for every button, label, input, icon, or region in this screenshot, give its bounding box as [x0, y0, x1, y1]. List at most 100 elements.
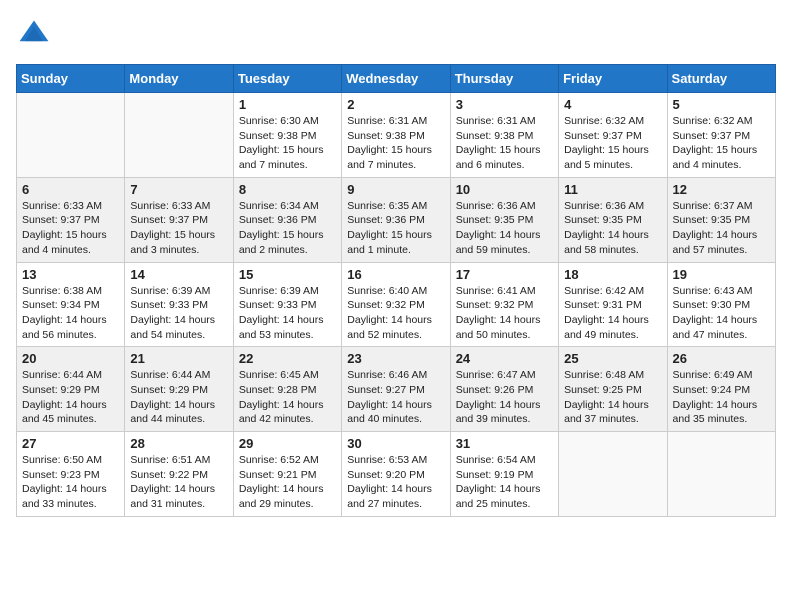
- cell-content: Sunrise: 6:38 AM Sunset: 9:34 PM Dayligh…: [22, 284, 119, 343]
- calendar-body: 1Sunrise: 6:30 AM Sunset: 9:38 PM Daylig…: [17, 93, 776, 517]
- calendar-cell: [125, 93, 233, 178]
- calendar-cell: 10 Sunrise: 6:36 AM Sunset: 9:35 PM Dayli…: [450, 177, 558, 262]
- calendar-cell: [17, 93, 125, 178]
- day-number: 28: [130, 436, 227, 451]
- calendar-day-header: Wednesday: [342, 65, 450, 93]
- cell-content: Sunrise: 6:31 AM Sunset: 9:38 PM Dayligh…: [347, 114, 444, 173]
- day-number: 25: [564, 351, 661, 366]
- cell-content: Sunrise: 6:45 AM Sunset: 9:28 PM Dayligh…: [239, 368, 336, 427]
- calendar-cell: 12 Sunrise: 6:37 AM Sunset: 9:35 PM Dayli…: [667, 177, 775, 262]
- cell-content: Sunrise: 6:43 AM Sunset: 9:30 PM Dayligh…: [673, 284, 770, 343]
- cell-content: Sunrise: 6:54 AM Sunset: 9:19 PM Dayligh…: [456, 453, 553, 512]
- day-number: 13: [22, 267, 119, 282]
- calendar-cell: 30 Sunrise: 6:53 AM Sunset: 9:20 PM Dayli…: [342, 432, 450, 517]
- cell-content: Sunrise: 6:44 AM Sunset: 9:29 PM Dayligh…: [22, 368, 119, 427]
- calendar-cell: 5 Sunrise: 6:32 AM Sunset: 9:37 PM Daylig…: [667, 93, 775, 178]
- cell-content: Sunrise: 6:44 AM Sunset: 9:29 PM Dayligh…: [130, 368, 227, 427]
- cell-content: Sunrise: 6:36 AM Sunset: 9:35 PM Dayligh…: [564, 199, 661, 258]
- day-number: 4: [564, 97, 661, 112]
- calendar-cell: 24Sunrise: 6:47 AM Sunset: 9:26 PM Dayli…: [450, 347, 558, 432]
- day-number: 8: [239, 182, 336, 197]
- day-number: 9: [347, 182, 444, 197]
- day-number: 15: [239, 267, 336, 282]
- calendar-week-row: 1Sunrise: 6:30 AM Sunset: 9:38 PM Daylig…: [17, 93, 776, 178]
- calendar-cell: 26 Sunrise: 6:49 AM Sunset: 9:24 PM Dayli…: [667, 347, 775, 432]
- cell-content: Sunrise: 6:47 AM Sunset: 9:26 PM Dayligh…: [456, 368, 553, 427]
- calendar-header-row: SundayMondayTuesdayWednesdayThursdayFrid…: [17, 65, 776, 93]
- day-number: 11: [564, 182, 661, 197]
- calendar-cell: 8 Sunrise: 6:34 AM Sunset: 9:36 PM Daylig…: [233, 177, 341, 262]
- calendar-cell: 16Sunrise: 6:40 AM Sunset: 9:32 PM Dayli…: [342, 262, 450, 347]
- calendar-day-header: Monday: [125, 65, 233, 93]
- cell-content: Sunrise: 6:36 AM Sunset: 9:35 PM Dayligh…: [456, 199, 553, 258]
- calendar-cell: 14Sunrise: 6:39 AM Sunset: 9:33 PM Dayli…: [125, 262, 233, 347]
- calendar-day-header: Saturday: [667, 65, 775, 93]
- calendar-cell: 23 Sunrise: 6:46 AM Sunset: 9:27 PM Dayli…: [342, 347, 450, 432]
- cell-content: Sunrise: 6:32 AM Sunset: 9:37 PM Dayligh…: [673, 114, 770, 173]
- cell-content: Sunrise: 6:31 AM Sunset: 9:38 PM Dayligh…: [456, 114, 553, 173]
- calendar-week-row: 6 Sunrise: 6:33 AM Sunset: 9:37 PM Daylig…: [17, 177, 776, 262]
- calendar-cell: [667, 432, 775, 517]
- day-number: 3: [456, 97, 553, 112]
- calendar-cell: 19 Sunrise: 6:43 AM Sunset: 9:30 PM Dayli…: [667, 262, 775, 347]
- calendar-day-header: Tuesday: [233, 65, 341, 93]
- cell-content: Sunrise: 6:53 AM Sunset: 9:20 PM Dayligh…: [347, 453, 444, 512]
- calendar-cell: 27 Sunrise: 6:50 AM Sunset: 9:23 PM Dayli…: [17, 432, 125, 517]
- day-number: 20: [22, 351, 119, 366]
- logo: [16, 16, 56, 52]
- cell-content: Sunrise: 6:51 AM Sunset: 9:22 PM Dayligh…: [130, 453, 227, 512]
- day-number: 17: [456, 267, 553, 282]
- calendar-cell: 25 Sunrise: 6:48 AM Sunset: 9:25 PM Dayli…: [559, 347, 667, 432]
- calendar-week-row: 20 Sunrise: 6:44 AM Sunset: 9:29 PM Dayli…: [17, 347, 776, 432]
- cell-content: Sunrise: 6:50 AM Sunset: 9:23 PM Dayligh…: [22, 453, 119, 512]
- day-number: 23: [347, 351, 444, 366]
- calendar-table: SundayMondayTuesdayWednesdayThursdayFrid…: [16, 64, 776, 517]
- day-number: 12: [673, 182, 770, 197]
- day-number: 6: [22, 182, 119, 197]
- day-number: 19: [673, 267, 770, 282]
- calendar-cell: 6 Sunrise: 6:33 AM Sunset: 9:37 PM Daylig…: [17, 177, 125, 262]
- day-number: 26: [673, 351, 770, 366]
- calendar-cell: 22 Sunrise: 6:45 AM Sunset: 9:28 PM Dayli…: [233, 347, 341, 432]
- cell-content: Sunrise: 6:37 AM Sunset: 9:35 PM Dayligh…: [673, 199, 770, 258]
- day-number: 31: [456, 436, 553, 451]
- calendar-cell: 17 Sunrise: 6:41 AM Sunset: 9:32 PM Dayli…: [450, 262, 558, 347]
- cell-content: Sunrise: 6:49 AM Sunset: 9:24 PM Dayligh…: [673, 368, 770, 427]
- cell-content: Sunrise: 6:48 AM Sunset: 9:25 PM Dayligh…: [564, 368, 661, 427]
- page-header: [16, 16, 776, 52]
- calendar-cell: 2Sunrise: 6:31 AM Sunset: 9:38 PM Daylig…: [342, 93, 450, 178]
- cell-content: Sunrise: 6:41 AM Sunset: 9:32 PM Dayligh…: [456, 284, 553, 343]
- calendar-day-header: Sunday: [17, 65, 125, 93]
- calendar-cell: 28 Sunrise: 6:51 AM Sunset: 9:22 PM Dayli…: [125, 432, 233, 517]
- cell-content: Sunrise: 6:33 AM Sunset: 9:37 PM Dayligh…: [130, 199, 227, 258]
- calendar-cell: 7 Sunrise: 6:33 AM Sunset: 9:37 PM Daylig…: [125, 177, 233, 262]
- calendar-cell: 13 Sunrise: 6:38 AM Sunset: 9:34 PM Dayli…: [17, 262, 125, 347]
- cell-content: Sunrise: 6:42 AM Sunset: 9:31 PM Dayligh…: [564, 284, 661, 343]
- cell-content: Sunrise: 6:46 AM Sunset: 9:27 PM Dayligh…: [347, 368, 444, 427]
- calendar-week-row: 13 Sunrise: 6:38 AM Sunset: 9:34 PM Dayli…: [17, 262, 776, 347]
- calendar-cell: 20 Sunrise: 6:44 AM Sunset: 9:29 PM Dayli…: [17, 347, 125, 432]
- day-number: 5: [673, 97, 770, 112]
- cell-content: Sunrise: 6:35 AM Sunset: 9:36 PM Dayligh…: [347, 199, 444, 258]
- calendar-day-header: Friday: [559, 65, 667, 93]
- cell-content: Sunrise: 6:34 AM Sunset: 9:36 PM Dayligh…: [239, 199, 336, 258]
- cell-content: Sunrise: 6:33 AM Sunset: 9:37 PM Dayligh…: [22, 199, 119, 258]
- day-number: 30: [347, 436, 444, 451]
- calendar-cell: 4Sunrise: 6:32 AM Sunset: 9:37 PM Daylig…: [559, 93, 667, 178]
- day-number: 22: [239, 351, 336, 366]
- logo-icon: [16, 16, 52, 52]
- cell-content: Sunrise: 6:39 AM Sunset: 9:33 PM Dayligh…: [130, 284, 227, 343]
- calendar-week-row: 27 Sunrise: 6:50 AM Sunset: 9:23 PM Dayli…: [17, 432, 776, 517]
- calendar-cell: 31 Sunrise: 6:54 AM Sunset: 9:19 PM Dayli…: [450, 432, 558, 517]
- day-number: 27: [22, 436, 119, 451]
- day-number: 18: [564, 267, 661, 282]
- cell-content: Sunrise: 6:52 AM Sunset: 9:21 PM Dayligh…: [239, 453, 336, 512]
- day-number: 7: [130, 182, 227, 197]
- calendar-cell: 9 Sunrise: 6:35 AM Sunset: 9:36 PM Daylig…: [342, 177, 450, 262]
- calendar-cell: 18 Sunrise: 6:42 AM Sunset: 9:31 PM Dayli…: [559, 262, 667, 347]
- day-number: 21: [130, 351, 227, 366]
- calendar-cell: 21 Sunrise: 6:44 AM Sunset: 9:29 PM Dayli…: [125, 347, 233, 432]
- day-number: 10: [456, 182, 553, 197]
- cell-content: Sunrise: 6:40 AM Sunset: 9:32 PM Dayligh…: [347, 284, 444, 343]
- day-number: 1: [239, 97, 336, 112]
